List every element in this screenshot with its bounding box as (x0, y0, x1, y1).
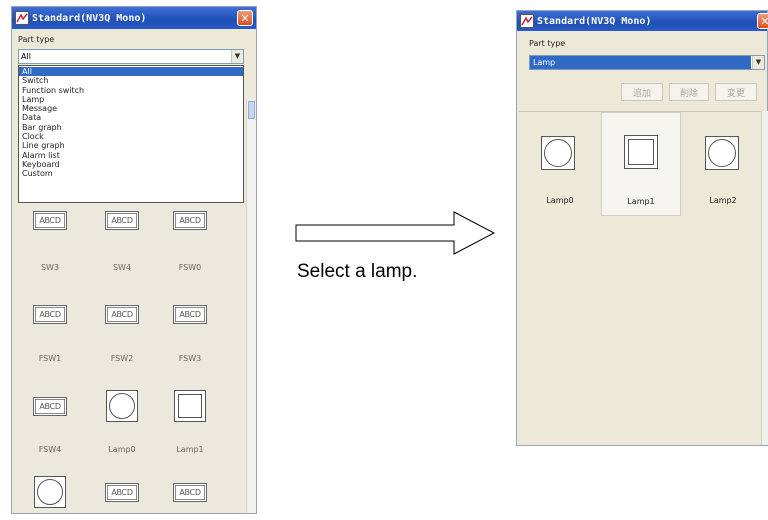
add-button[interactable]: 追加 (621, 83, 663, 101)
close-icon[interactable]: ✕ (757, 13, 768, 29)
right-arrow-icon (295, 211, 496, 255)
part-abcd-fsw3[interactable]: ABCD (166, 303, 214, 325)
dropdown-item-keyboard[interactable]: Keyboard (19, 160, 243, 169)
dropdown-item-line-graph[interactable]: Line graph (19, 141, 243, 150)
part-lamp0-circle[interactable] (98, 389, 146, 423)
delete-button[interactable]: 削除 (669, 83, 709, 101)
dropdown-item-custom[interactable]: Custom (19, 169, 243, 178)
dropdown-item-lamp[interactable]: Lamp (19, 95, 243, 104)
part-type-label: Part type (18, 35, 55, 44)
lamp-name: Lamp2 (709, 196, 737, 205)
left-titlebar[interactable]: Standard(NV3Q Mono) ✕ (12, 7, 256, 29)
part-abcd-fsw1[interactable]: ABCD (26, 303, 74, 325)
right-window-title: Standard(NV3Q Mono) (537, 15, 652, 27)
dropdown-item-bar-graph[interactable]: Bar graph (19, 123, 243, 132)
part-caption: FSW3 (178, 354, 202, 363)
part-label: ABCD (175, 484, 205, 500)
dropdown-item-all[interactable]: All (19, 67, 243, 77)
part-caption: FSW1 (38, 354, 62, 363)
part-type-select[interactable]: Lamp ▼ (529, 55, 765, 70)
app-icon (15, 11, 29, 25)
part-abcd-fsw2[interactable]: ABCD (98, 303, 146, 325)
left-parts-window: Standard(NV3Q Mono) ✕ Part type All ▼ Al… (11, 6, 257, 514)
dropdown-item-clock[interactable]: Clock (19, 132, 243, 141)
dropdown-item-data[interactable]: Data (19, 113, 243, 122)
part-abcd-fsw0[interactable]: ABCD (166, 209, 214, 231)
part-type-value: All (21, 52, 31, 61)
part-type-value: Lamp (530, 56, 751, 69)
part-abcd-row4-a[interactable]: ABCD (98, 481, 146, 503)
close-icon[interactable]: ✕ (237, 10, 253, 26)
part-type-label: Part type (529, 39, 566, 48)
lamp-tile-lamp2[interactable]: Lamp2 (685, 112, 761, 216)
part-label: ABCD (107, 306, 137, 322)
lamp-circle-icon (541, 136, 575, 170)
left-window-title: Standard(NV3Q Mono) (32, 12, 147, 24)
part-caption: FSW2 (110, 354, 134, 363)
right-titlebar[interactable]: Standard(NV3Q Mono) ✕ (517, 11, 768, 31)
dropdown-item-function-switch[interactable]: Function switch (19, 86, 243, 95)
lamp-name: Lamp0 (546, 196, 574, 205)
part-lamp1-square[interactable] (166, 389, 214, 423)
part-label: ABCD (35, 398, 65, 414)
lamp-name: Lamp1 (627, 197, 655, 206)
scrollbar-thumb[interactable] (248, 101, 255, 119)
parts-grid: ABCD ABCD ABCD SW3 SW4 FSW0 ABCD ABCD AB… (16, 205, 244, 513)
dropdown-arrow-icon[interactable]: ▼ (231, 50, 243, 63)
part-label: ABCD (175, 306, 205, 322)
part-caption: FSW0 (178, 263, 202, 272)
dropdown-item-switch[interactable]: Switch (19, 76, 243, 85)
part-label: ABCD (35, 306, 65, 322)
lamp-circle-icon (705, 136, 739, 170)
lamp-tile-lamp1[interactable]: Lamp1 (601, 112, 681, 216)
instruction-caption: Select a lamp. (297, 261, 418, 282)
part-caption: SW4 (112, 263, 132, 272)
change-button[interactable]: 変更 (715, 83, 757, 101)
lamp-tile-lamp0[interactable]: Lamp0 (521, 112, 599, 216)
part-label: ABCD (35, 212, 65, 228)
part-type-select[interactable]: All ▼ (18, 49, 244, 64)
part-abcd-sw4[interactable]: ABCD (98, 209, 146, 231)
dropdown-item-alarm-list[interactable]: Alarm list (19, 151, 243, 160)
left-grid-scrollbar[interactable] (246, 99, 256, 513)
part-type-dropdown-list[interactable]: All Switch Function switch Lamp Message … (18, 65, 244, 203)
part-caption: Lamp1 (176, 445, 204, 454)
dropdown-item-message[interactable]: Message (19, 104, 243, 113)
right-parts-window: Standard(NV3Q Mono) ✕ Part type Lamp ▼ 追… (516, 10, 768, 446)
part-label: ABCD (175, 212, 205, 228)
lamp-square-icon (624, 135, 658, 169)
part-abcd-fsw4[interactable]: ABCD (26, 394, 74, 418)
part-lamp2-circle[interactable] (26, 475, 74, 509)
part-abcd-row4-b[interactable]: ABCD (166, 481, 214, 503)
part-abcd-sw3[interactable]: ABCD (26, 209, 74, 231)
part-label: ABCD (107, 212, 137, 228)
part-caption: SW3 (40, 263, 60, 272)
dropdown-arrow-icon[interactable]: ▼ (752, 56, 764, 69)
lamp-grid: Lamp0 Lamp1 Lamp2 (519, 111, 761, 443)
part-label: ABCD (107, 484, 137, 500)
part-caption: Lamp0 (108, 445, 136, 454)
app-icon (520, 14, 534, 28)
part-caption: FSW4 (38, 445, 62, 454)
right-grid-scrollbar[interactable] (761, 111, 768, 445)
